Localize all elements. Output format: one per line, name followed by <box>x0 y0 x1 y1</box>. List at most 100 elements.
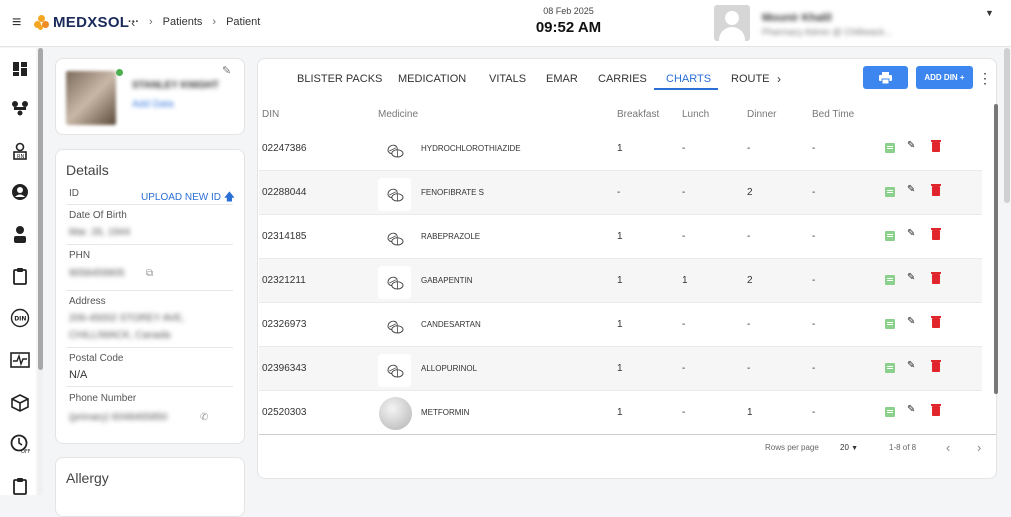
edit-icon[interactable]: ✎ <box>907 140 917 151</box>
din-icon[interactable]: DIN <box>10 308 30 328</box>
table-row[interactable]: 02326973 CANDESARTAN 1 - - - ✎ <box>259 303 982 347</box>
edit-icon[interactable]: ✎ <box>907 404 917 415</box>
column-header-dinner[interactable]: Dinner <box>747 109 776 120</box>
din-cell: 02396343 <box>262 363 307 374</box>
tab-emar[interactable]: EMAR <box>546 73 578 85</box>
lunch-cell: - <box>682 143 686 154</box>
din-cell: 02326973 <box>262 319 307 330</box>
doctor-icon[interactable] <box>10 224 30 244</box>
notes-icon[interactable] <box>885 407 895 417</box>
id-label: ID <box>69 188 79 199</box>
edit-patient-icon[interactable]: ✎ <box>222 64 231 77</box>
dinner-cell: - <box>747 143 751 154</box>
bedtime-cell: - <box>812 407 816 418</box>
lunch-cell: - <box>682 407 686 418</box>
page-scrollbar[interactable] <box>1004 48 1010 495</box>
medicine-image <box>379 397 412 430</box>
delete-icon[interactable] <box>931 140 941 152</box>
more-options-icon[interactable]: ⋮ <box>978 70 992 87</box>
table-row[interactable]: 02247386 HYDROCHLOROTHIAZIDE 1 - - - ✎ <box>259 127 982 171</box>
table-row[interactable]: 02321211 GABAPENTIN 1 1 2 - ✎ <box>259 259 982 303</box>
nurse-icon[interactable]: RN <box>10 141 30 161</box>
medicine-name-cell: ALLOPURINOL <box>421 364 478 373</box>
monitor-icon[interactable] <box>10 350 30 370</box>
dinner-cell: 2 <box>747 275 753 286</box>
previous-page-icon[interactable]: ‹ <box>946 440 950 455</box>
table-scrollbar[interactable] <box>994 104 998 394</box>
edit-icon[interactable]: ✎ <box>907 272 917 283</box>
breakfast-cell: 1 <box>617 143 623 154</box>
edit-icon[interactable]: ✎ <box>907 360 917 371</box>
notes-icon[interactable] <box>885 231 895 241</box>
sidebar-scrollbar[interactable] <box>38 48 43 495</box>
dropdown-caret-icon: ▼ <box>851 445 859 452</box>
dose-off-icon[interactable]: OFF <box>10 434 30 454</box>
edit-icon[interactable]: ✎ <box>907 316 917 327</box>
tab-route[interactable]: ROUTE <box>731 73 770 85</box>
user-menu-caret-icon[interactable]: ▼ <box>985 8 994 18</box>
account-icon[interactable] <box>10 182 30 202</box>
phone-icon[interactable]: ✆ <box>200 412 208 423</box>
delete-icon[interactable] <box>931 316 941 328</box>
next-page-icon[interactable]: › <box>977 440 981 455</box>
phn-label: PHN <box>69 250 91 261</box>
delete-icon[interactable] <box>931 360 941 372</box>
edit-icon[interactable]: ✎ <box>907 228 917 239</box>
dinner-cell: - <box>747 231 751 242</box>
postal-code-value: N/A <box>69 369 88 381</box>
breakfast-cell: 1 <box>617 407 623 418</box>
bedtime-cell: - <box>812 275 816 286</box>
column-header-medicine[interactable]: Medicine <box>378 109 418 120</box>
top-bar: ≡ MEDXSOL ‹ ··· › Patients › Patient 08 … <box>0 0 1011 47</box>
package-icon[interactable] <box>10 393 30 413</box>
column-header-breakfast[interactable]: Breakfast <box>617 109 659 120</box>
delete-icon[interactable] <box>931 272 941 284</box>
clipboard-alt-icon[interactable] <box>10 476 30 496</box>
clipboard-icon[interactable] <box>10 266 30 286</box>
table-row[interactable]: 02288044 FENOFIBRATE S - - 2 - ✎ <box>259 171 982 215</box>
notes-icon[interactable] <box>885 187 895 197</box>
medicine-pill-icon <box>378 310 411 343</box>
user-avatar[interactable] <box>714 5 750 41</box>
rows-per-page-label: Rows per page <box>765 443 819 452</box>
table-row[interactable]: 02396343 ALLOPURINOL 1 - - - ✎ <box>259 347 982 391</box>
breakfast-cell: 1 <box>617 231 623 242</box>
add-din-button[interactable]: ADD DIN + <box>916 66 973 89</box>
notes-icon[interactable] <box>885 275 895 285</box>
delete-icon[interactable] <box>931 228 941 240</box>
column-header-bed-time[interactable]: Bed Time <box>812 109 854 120</box>
dob-value: Mar. 26, 1944 <box>69 227 131 238</box>
edit-icon[interactable]: ✎ <box>907 184 917 195</box>
rows-per-page-select[interactable]: 20 ▼ <box>840 443 858 452</box>
divider <box>66 204 233 205</box>
patient-add-data-link[interactable]: Add Data <box>132 99 174 110</box>
column-header-din[interactable]: DIN <box>262 109 279 120</box>
medicine-pill-icon <box>378 178 411 211</box>
divider <box>66 244 233 245</box>
tab-vitals[interactable]: VITALS <box>489 73 526 85</box>
medicine-name-cell: CANDESARTAN <box>421 320 481 329</box>
upload-icon: 🡅 <box>223 191 236 203</box>
tab-blister-packs[interactable]: BLISTER PACKS <box>297 73 382 85</box>
notes-icon[interactable] <box>885 363 895 373</box>
delete-icon[interactable] <box>931 184 941 196</box>
notes-icon[interactable] <box>885 143 895 153</box>
pharmacy-icon[interactable] <box>10 98 30 118</box>
dashboard-icon[interactable] <box>10 59 30 79</box>
tabs-next-chevron-icon[interactable]: › <box>777 72 781 86</box>
column-header-lunch[interactable]: Lunch <box>682 109 709 120</box>
table-row[interactable]: 02314185 RABEPRAZOLE 1 - - - ✎ <box>259 215 982 259</box>
dinner-cell: 1 <box>747 407 753 418</box>
tab-carries[interactable]: CARRIES <box>598 73 647 85</box>
lunch-cell: 1 <box>682 275 688 286</box>
delete-icon[interactable] <box>931 404 941 416</box>
divider <box>66 290 233 291</box>
notes-icon[interactable] <box>885 319 895 329</box>
table-row[interactable]: 02520303 METFORMIN 1 - 1 - ✎ <box>259 391 982 435</box>
copy-phn-icon[interactable]: ⧉ <box>146 268 153 279</box>
current-date: 08 Feb 2025 <box>543 6 594 16</box>
tab-medication[interactable]: MEDICATION <box>398 73 466 85</box>
print-button[interactable] <box>863 66 908 89</box>
tab-charts[interactable]: CHARTS <box>666 73 711 85</box>
patient-photo <box>66 71 116 125</box>
